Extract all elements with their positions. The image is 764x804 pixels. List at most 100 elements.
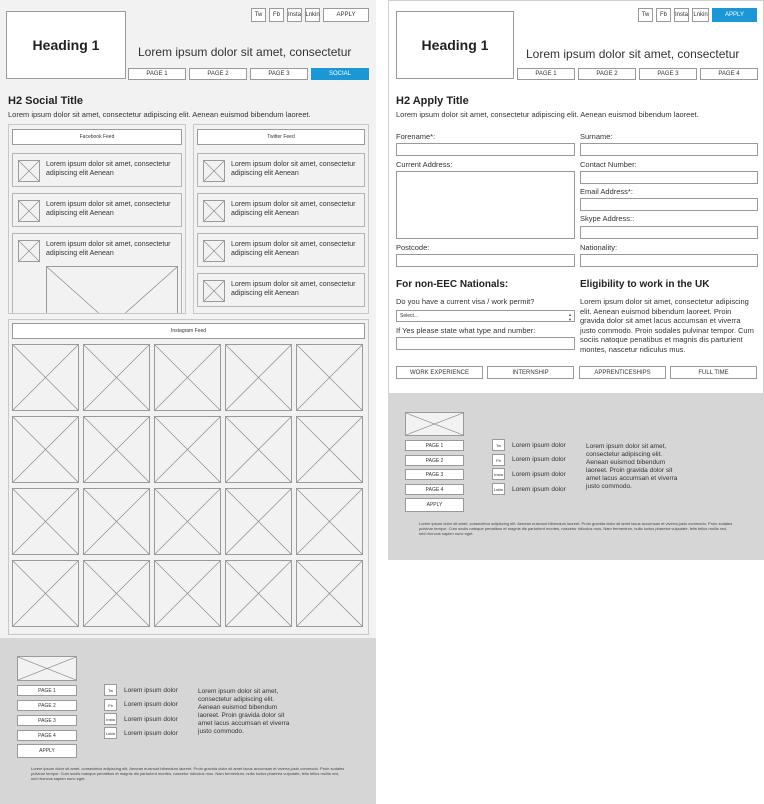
footer-instagram-icon[interactable]: Insta [492,468,505,480]
footer-facebook-icon[interactable]: Fb [492,454,505,466]
twitter-button[interactable]: Tw [638,8,653,22]
image-placeholder [203,160,225,182]
instagram-photo-placeholder[interactable] [12,344,79,411]
facebook-post[interactable]: Lorem ipsum dolor sit amet, consectetur … [12,193,182,227]
instagram-photo-placeholder[interactable] [296,416,363,483]
email-field[interactable] [580,198,758,211]
visa-type-field[interactable] [396,337,575,350]
instagram-button[interactable]: Insta [674,8,689,22]
tweet[interactable]: Lorem ipsum dolor sit amet, consectetur … [197,273,365,307]
instagram-photo-placeholder[interactable] [154,416,221,483]
footer-social-text: Lorem ipsum dolor [124,701,178,708]
skype-field[interactable] [580,226,758,239]
facebook-post[interactable]: Lorem ipsum dolor sit amet, consectetur … [12,153,182,187]
nav-social[interactable]: SOCIAL [311,68,369,80]
footer-instagram-icon[interactable]: Insta [104,713,117,725]
visa-question: Do you have a current visa / work permit… [396,297,535,306]
instagram-photo-placeholder[interactable] [296,560,363,627]
footer-nav-page-3[interactable]: PAGE 3 [405,469,464,480]
forename-label: Forename*: [396,132,436,141]
nav-page-1[interactable]: PAGE 1 [128,68,186,80]
type-question: If Yes please state what type and number… [396,326,536,335]
section-title: H2 Apply Title [396,95,469,107]
post-image-placeholder [46,266,178,313]
contact-field[interactable] [580,171,758,184]
instagram-photo-placeholder[interactable] [12,488,79,555]
tab-apprenticeships[interactable]: APPRENTICESHIPS [579,366,666,379]
visa-select[interactable]: Select... ▲ ▼ [396,310,575,322]
post-text: Lorem ipsum dolor sit amet, consectetur … [46,201,171,217]
footer-facebook-icon[interactable]: Fb [104,699,117,711]
forename-field[interactable] [396,143,575,156]
footer-nav-page-2[interactable]: PAGE 2 [17,700,77,711]
instagram-photo-placeholder[interactable] [225,488,292,555]
footer-nav-page-2[interactable]: PAGE 2 [405,455,464,466]
tweet-text: Lorem ipsum dolor sit amet, consectetur … [231,161,356,177]
instagram-photo-placeholder[interactable] [154,344,221,411]
tab-full-time[interactable]: FULL TIME [670,366,757,379]
postcode-field[interactable] [396,254,575,267]
image-placeholder [18,200,40,222]
instagram-photo-placeholder[interactable] [225,560,292,627]
footer-nav-apply[interactable]: APPLY [17,744,77,758]
surname-field[interactable] [580,143,758,156]
nav-page-2[interactable]: PAGE 2 [578,68,636,80]
footer-nav-apply[interactable]: APPLY [405,498,464,512]
nav-page-3[interactable]: PAGE 3 [250,68,308,80]
image-placeholder [203,200,225,222]
facebook-post[interactable]: Lorem ipsum dolor sit amet, consectetur … [12,233,182,313]
nav-page-4[interactable]: PAGE 4 [700,68,758,80]
tweet[interactable]: Lorem ipsum dolor sit amet, consectetur … [197,193,365,227]
image-placeholder [203,280,225,302]
footer-nav-page-3[interactable]: PAGE 3 [17,715,77,726]
visa-select-value: Select... [400,313,419,319]
nationality-field[interactable] [580,254,758,267]
tweet-text: Lorem ipsum dolor sit amet, consectetur … [231,241,356,257]
linkedin-button[interactable]: Lnkin [692,8,709,22]
instagram-photo-placeholder[interactable] [154,488,221,555]
apply-button[interactable]: APPLY [712,8,757,22]
tweet[interactable]: Lorem ipsum dolor sit amet, consectetur … [197,153,365,187]
footer-nav-page-4[interactable]: PAGE 4 [17,730,77,741]
footer-twitter-icon[interactable]: Tw [492,439,505,451]
instagram-photo-placeholder[interactable] [225,416,292,483]
twitter-button[interactable]: Tw [251,8,266,22]
chevron-down-icon: ▲ ▼ [568,312,572,322]
instagram-photo-placeholder[interactable] [83,344,150,411]
tab-work-experience[interactable]: WORK EXPERIENCE [396,366,483,379]
facebook-button[interactable]: Fb [656,8,671,22]
linkedin-button[interactable]: Lnkin [305,8,320,22]
footer-nav-page-4[interactable]: PAGE 4 [405,484,464,495]
facebook-button[interactable]: Fb [269,8,284,22]
nav-page-1[interactable]: PAGE 1 [517,68,575,80]
image-placeholder [203,240,225,262]
instagram-photo-placeholder[interactable] [296,488,363,555]
tweet[interactable]: Lorem ipsum dolor sit amet, consectetur … [197,233,365,267]
instagram-feed-label: Instagram Feed [12,323,365,339]
footer-social-text: Lorem ipsum dolor [512,471,566,478]
post-text: Lorem ipsum dolor sit amet, consectetur … [46,241,171,257]
instagram-photo-placeholder[interactable] [154,560,221,627]
footer-social-text: Lorem ipsum dolor [512,442,566,449]
nationality-label: Nationality: [580,243,618,252]
footer-social-text: Lorem ipsum dolor [124,730,178,737]
instagram-photo-placeholder[interactable] [225,344,292,411]
apply-button[interactable]: APPLY [323,8,369,22]
instagram-photo-placeholder[interactable] [12,560,79,627]
footer-nav-page-1[interactable]: PAGE 1 [405,440,464,451]
footer-social-text: Lorem ipsum dolor [124,687,178,694]
instagram-photo-placeholder[interactable] [12,416,79,483]
nav-page-2[interactable]: PAGE 2 [189,68,247,80]
instagram-photo-placeholder[interactable] [83,416,150,483]
footer-linkedin-icon[interactable]: Lnkin [104,727,117,739]
tab-internship[interactable]: INTERNSHIP [487,366,574,379]
instagram-photo-placeholder[interactable] [83,560,150,627]
instagram-button[interactable]: Insta [287,8,302,22]
nav-page-3[interactable]: PAGE 3 [639,68,697,80]
footer-twitter-icon[interactable]: Tw [104,684,117,696]
footer-linkedin-icon[interactable]: Lnkin [492,483,505,495]
footer-nav-page-1[interactable]: PAGE 1 [17,685,77,696]
instagram-photo-placeholder[interactable] [83,488,150,555]
address-field[interactable] [396,171,575,239]
instagram-photo-placeholder[interactable] [296,344,363,411]
